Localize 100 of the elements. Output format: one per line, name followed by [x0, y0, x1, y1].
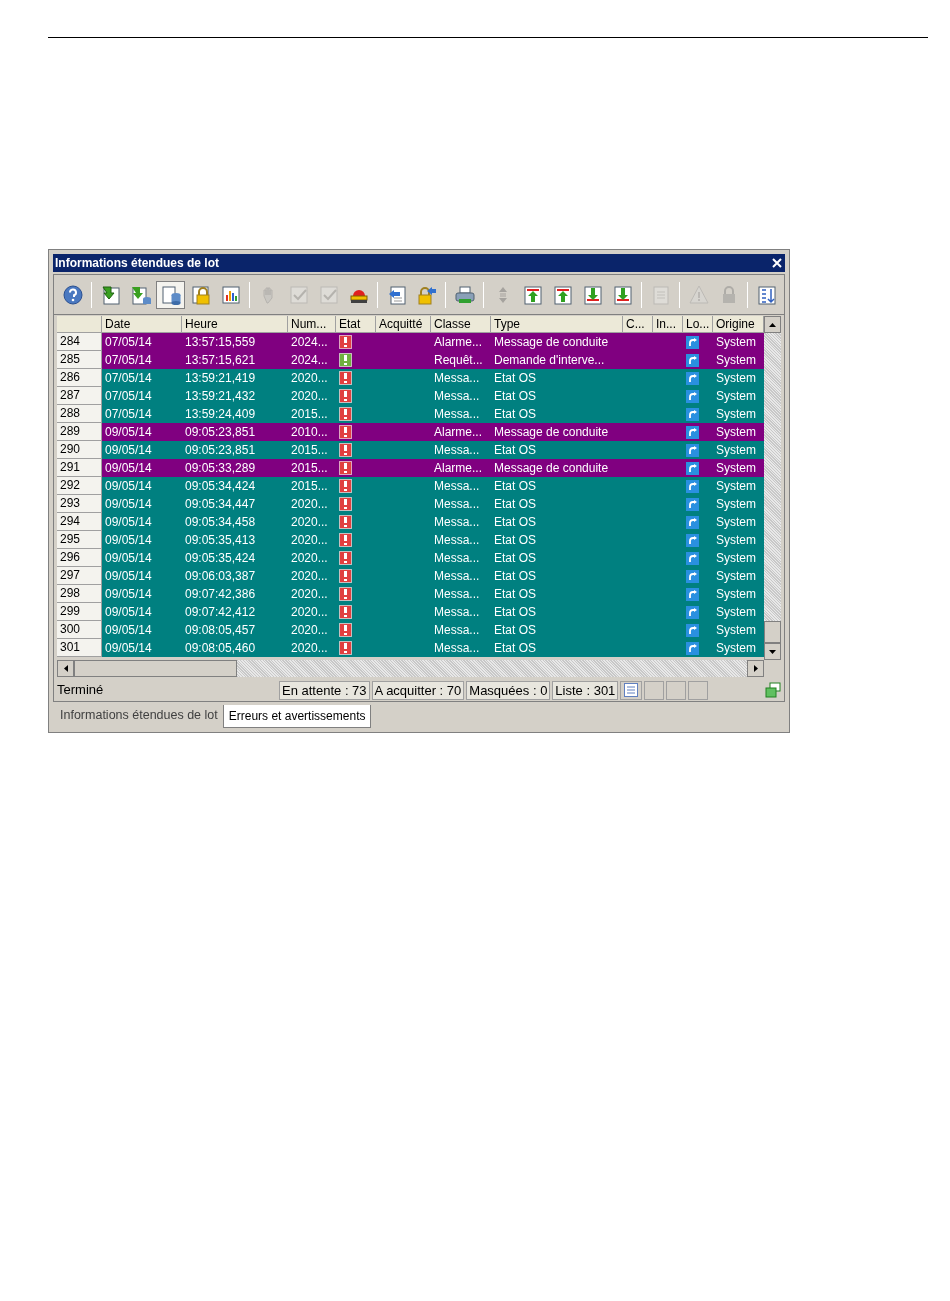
bar-chart-icon: [219, 283, 242, 306]
table-cell-text: 2024...: [290, 352, 329, 369]
table-cell-text: System: [715, 496, 757, 513]
table-cell-text: 09/05/14: [104, 478, 153, 495]
table-cell-text: 2010...: [290, 424, 329, 441]
horizontal-scrollbar[interactable]: [57, 660, 764, 677]
table-cell-text: 2020...: [290, 568, 329, 585]
table-row[interactable]: 09/05/14 09:05:35,424 2020... Messa... Etat OS System: [102, 549, 764, 567]
row-number: 285: [57, 351, 102, 369]
row-number: 289: [57, 423, 102, 441]
left-arrow-icon: [63, 665, 68, 672]
table-cell-text: Messa...: [433, 478, 481, 495]
column-header[interactable]: Num...: [288, 316, 336, 333]
table-cell-text: System: [715, 640, 757, 657]
table-cell-text: Messa...: [433, 568, 481, 585]
column-header[interactable]: Heure: [182, 316, 288, 333]
header-cell: [57, 316, 102, 333]
table-cell-text: 09:05:34,458: [184, 514, 257, 531]
table-cell-text: Messa...: [433, 496, 481, 513]
table-cell-text: 09/05/14: [104, 568, 153, 585]
link-icon: [686, 641, 699, 655]
row-number: 296: [57, 549, 102, 567]
table-cell-text: 09/05/14: [104, 640, 153, 657]
table-row[interactable]: 09/05/14 09:07:42,386 2020... Messa... Etat OS System: [102, 585, 764, 603]
toolbar-button[interactable]: [156, 280, 185, 309]
table-cell-text: Etat OS: [493, 406, 538, 423]
table-cell-text: 2015...: [290, 460, 329, 477]
table-row[interactable]: 07/05/14 13:59:21,432 2020... Messa... Etat OS System: [102, 387, 764, 405]
tab[interactable]: Informations étendues de lot: [55, 705, 223, 725]
table-cell-text: 09:08:05,460: [184, 640, 257, 657]
table-cell-text: Messa...: [433, 640, 481, 657]
tab[interactable]: Erreurs et avertissements: [222, 705, 372, 728]
scroll-left-button[interactable]: [57, 660, 74, 677]
table-cell-text: 09:07:42,386: [184, 586, 257, 603]
document-database-icon: [159, 283, 182, 306]
table-cell-text: Message de conduite: [493, 460, 610, 477]
link-icon: [686, 425, 699, 439]
table-cell-text: Etat OS: [493, 586, 538, 603]
table-cell-text: 09:05:34,424: [184, 478, 257, 495]
table-row[interactable]: 07/05/14 13:59:24,409 2015... Messa... Etat OS System: [102, 405, 764, 423]
status-panel: Masquées : 0: [466, 680, 551, 700]
table-row[interactable]: 09/05/14 09:05:33,289 2015... Alarme... Message de conduite System: [102, 459, 764, 477]
table-cell-text: Messa...: [433, 586, 481, 603]
column-header[interactable]: Origine: [713, 316, 764, 333]
column-header[interactable]: Acquitté: [376, 316, 431, 333]
scroll-down-button[interactable]: [764, 643, 781, 660]
table-cell-text: System: [715, 604, 757, 621]
table-cell-text: 13:59:21,432: [184, 388, 257, 405]
windows-icon[interactable]: [765, 682, 781, 698]
vertical-scrollbar[interactable]: [764, 316, 781, 660]
table-row[interactable]: 09/05/14 09:06:03,387 2020... Messa... Etat OS System: [102, 567, 764, 585]
table-cell-text: 2020...: [290, 388, 329, 405]
table-row[interactable]: 07/05/14 13:59:21,419 2020... Messa... Etat OS System: [102, 369, 764, 387]
table-row[interactable]: 09/05/14 09:05:34,424 2015... Messa... Etat OS System: [102, 477, 764, 495]
table-cell-text: 2020...: [290, 622, 329, 639]
table-cell-text: System: [715, 514, 757, 531]
table-row[interactable]: 09/05/14 09:07:42,412 2020... Messa... Etat OS System: [102, 603, 764, 621]
table-row[interactable]: 09/05/14 09:05:34,447 2020... Messa... Etat OS System: [102, 495, 764, 513]
help-icon: [61, 283, 84, 306]
column-header[interactable]: Date: [102, 316, 182, 333]
table-cell-text: System: [715, 550, 757, 567]
table-cell-text: System: [715, 478, 757, 495]
table-cell-text: Etat OS: [493, 550, 538, 567]
table-row[interactable]: 07/05/14 13:57:15,621 2024... Requêt... Demande d'interve... System: [102, 351, 764, 369]
column-header[interactable]: In...: [653, 316, 683, 333]
link-icon: [686, 587, 699, 601]
column-header[interactable]: Type: [491, 316, 623, 333]
link-icon: [686, 407, 699, 421]
row-number: 299: [57, 603, 102, 621]
link-icon: [686, 461, 699, 475]
scroll-thumb[interactable]: [74, 660, 237, 677]
table-cell-text: 13:59:24,409: [184, 406, 257, 423]
column-header[interactable]: Classe: [431, 316, 491, 333]
table-cell-text: 09/05/14: [104, 604, 153, 621]
table-cell-text: 07/05/14: [104, 370, 153, 387]
column-header[interactable]: Etat: [336, 316, 376, 333]
table-row[interactable]: 09/05/14 09:08:05,457 2020... Messa... Etat OS System: [102, 621, 764, 639]
column-header[interactable]: Lo...: [683, 316, 713, 333]
close-icon[interactable]: [771, 257, 783, 269]
table-cell-text: 09:07:42,412: [184, 604, 257, 621]
table-row[interactable]: 09/05/14 09:05:23,851 2010... Alarme... Message de conduite System: [102, 423, 764, 441]
table-row[interactable]: 09/05/14 09:05:23,851 2015... Messa... Etat OS System: [102, 441, 764, 459]
column-header[interactable]: C...: [623, 316, 653, 333]
table-cell-text: 09:08:05,457: [184, 622, 257, 639]
table-row[interactable]: 09/05/14 09:05:34,458 2020... Messa... Etat OS System: [102, 513, 764, 531]
table-cell-text: Messa...: [433, 388, 481, 405]
table-cell-text: 07/05/14: [104, 388, 153, 405]
link-icon: [686, 533, 699, 547]
table-row[interactable]: 07/05/14 13:57:15,559 2024... Alarme... Message de conduite System: [102, 333, 764, 351]
table-row[interactable]: 09/05/14 09:08:05,460 2020... Messa... Etat OS System: [102, 639, 764, 657]
checklist-icon: [317, 283, 340, 306]
table-cell-text: 2020...: [290, 586, 329, 603]
scroll-right-button[interactable]: [747, 660, 764, 677]
scroll-thumb[interactable]: [764, 621, 781, 643]
table-row[interactable]: 09/05/14 09:05:35,413 2020... Messa... Etat OS System: [102, 531, 764, 549]
table-cell-text: Message de conduite: [493, 334, 610, 351]
up-arrow-icon: [769, 322, 776, 327]
status-panel: [644, 680, 665, 700]
scroll-up-button[interactable]: [764, 316, 781, 333]
down-arrow-icon: [769, 649, 776, 654]
